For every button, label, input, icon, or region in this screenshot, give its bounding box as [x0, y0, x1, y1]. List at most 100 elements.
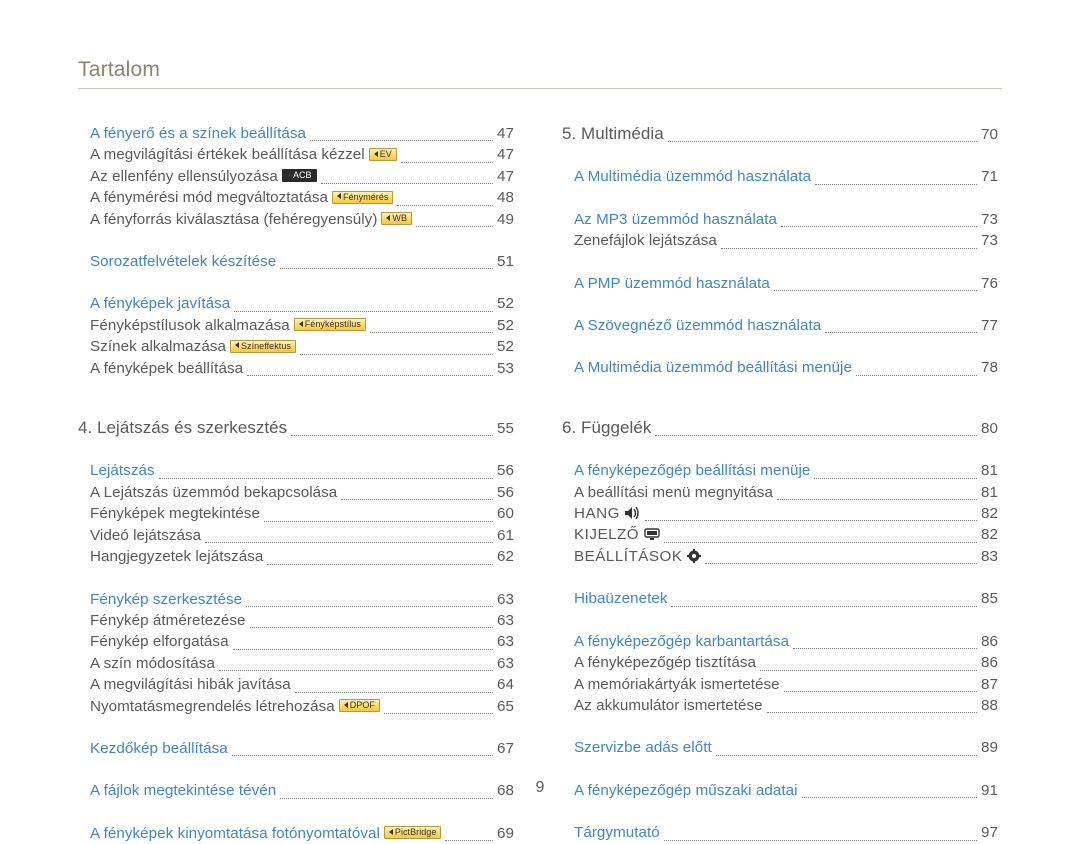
dot-leader: [321, 174, 493, 184]
toc-page-number: 83: [981, 546, 998, 567]
dot-leader: [664, 533, 977, 543]
toc-page-number: 76: [981, 273, 998, 294]
toc-page-number: 70: [981, 124, 998, 145]
toc-page-number: 82: [981, 524, 998, 545]
toc-label: Fényképek megtekintése: [90, 503, 260, 524]
dot-leader: [234, 302, 493, 312]
toc-entry: A megvilágítási értékek beállítása kézze…: [78, 144, 514, 165]
toc-entry[interactable]: Kezdőkép beállítása67: [78, 738, 514, 759]
toc-entry: Fényképek megtekintése60: [78, 503, 514, 524]
toc-label: 5. Multimédia: [562, 123, 664, 144]
toc-entry[interactable]: A fényképek kinyomtatása fotónyomtatóval…: [78, 823, 514, 844]
toc-label: Az akkumulátor ismertetése: [574, 695, 763, 716]
dot-leader: [401, 153, 493, 163]
toc-page-number: 77: [981, 315, 998, 336]
toc-entry: A fénymérési mód megváltoztatásaFényméré…: [78, 187, 514, 208]
toc-page-number: 53: [497, 358, 514, 379]
dot-leader: [445, 831, 493, 841]
dot-leader: [655, 426, 977, 436]
toc-page-number: 69: [497, 823, 514, 844]
dot-leader: [793, 639, 977, 649]
dot-leader: [310, 131, 493, 141]
toc-entry[interactable]: Tárgymutató97: [562, 822, 998, 843]
toc-entry[interactable]: A fényképezőgép karbantartása 86: [562, 631, 998, 652]
toc-entry: BEÁLLÍTÁSOK83: [562, 546, 998, 567]
dot-leader: [668, 132, 977, 142]
toc-entry[interactable]: 5. Multimédia 70: [562, 123, 998, 145]
toc-entry[interactable]: A PMP üzemmód használata 76: [562, 273, 998, 294]
toc-entry[interactable]: Az MP3 üzemmód használata73: [562, 209, 998, 230]
toc-entry[interactable]: Fénykép szerkesztése 63: [78, 589, 514, 610]
toc-page-number: 52: [497, 336, 514, 357]
toc-columns: A fényerő és a színek beállítása 47 A megv…: [78, 123, 1002, 844]
dot-leader: [774, 281, 977, 291]
toc-entry: Videó lejátszása61: [78, 525, 514, 546]
toc-label: A fényképek beállítása: [90, 358, 243, 379]
toc-entry[interactable]: Lejátszás56: [78, 460, 514, 481]
toc-entry[interactable]: A Multimédia üzemmód beállítási menüje 78: [562, 357, 998, 378]
toc-label: 6. Függelék: [562, 417, 651, 438]
dot-leader: [250, 618, 494, 628]
toc-page-number: 62: [497, 546, 514, 567]
toc-entry[interactable]: Hibaüzenetek 85: [562, 588, 998, 609]
toc-label: A fényképezőgép beállítási menüje: [574, 460, 810, 481]
badge-icon: Színeffektus: [230, 340, 296, 353]
toc-entry[interactable]: A Szövegnéző üzemmód használata77: [562, 315, 998, 336]
toc-page-number: 81: [981, 482, 998, 503]
toc-label: A fényképezőgép karbantartása: [574, 631, 789, 652]
toc-entry: Fényképstílusok alkalmazásaFényképstílus…: [78, 315, 514, 336]
toc-page-number: 47: [497, 123, 514, 144]
toc-entry[interactable]: Sorozatfelvételek készítése51: [78, 251, 514, 272]
dot-leader: [784, 682, 977, 692]
toc-page-number: 51: [497, 251, 514, 272]
toc-entry: A Lejátszás üzemmód bekapcsolása56: [78, 482, 514, 503]
dot-leader: [716, 746, 977, 756]
dot-leader: [205, 533, 493, 543]
toc-label: Nyomtatásmegrendelés létrehozásaDPOF: [90, 696, 380, 717]
toc-entry[interactable]: Szervizbe adás előtt 89: [562, 737, 998, 758]
toc-entry[interactable]: 4. Lejátszás és szerkesztés55: [78, 417, 514, 439]
toc-label: A megvilágítási értékek beállítása kézze…: [90, 144, 397, 165]
toc-entry: Fénykép elforgatása63: [78, 631, 514, 652]
dot-leader: [232, 746, 493, 756]
dot-leader: [760, 660, 977, 670]
toc-page-number: 56: [497, 482, 514, 503]
dot-leader: [815, 175, 977, 185]
toc-label: A memóriakártyák ismertetése: [574, 674, 780, 695]
toc-page-number: 89: [981, 737, 998, 758]
toc-label: Kezdőkép beállítása: [90, 738, 228, 759]
toc-page-number: 65: [497, 696, 514, 717]
toc-label: Szervizbe adás előtt: [574, 737, 712, 758]
page: Tartalom A fényerő és a színek beállítás…: [0, 0, 1080, 815]
toc-entry[interactable]: A fényerő és a színek beállítása 47: [78, 123, 514, 144]
toc-label: Hibaüzenetek: [574, 588, 667, 609]
toc-page-number: 63: [497, 589, 514, 610]
toc-label: A fényképezőgép tisztítása: [574, 652, 756, 673]
toc-entry[interactable]: 6. Függelék80: [562, 417, 998, 439]
dot-leader: [291, 426, 493, 436]
toc-page-number: 49: [497, 209, 514, 230]
dot-leader: [384, 704, 493, 714]
toc-label: A Multimédia üzemmód beállítási menüje: [574, 357, 852, 378]
toc-label: A fényerő és a színek beállítása: [90, 123, 306, 144]
toc-page-number: 87: [981, 674, 998, 695]
toc-page-number: 85: [981, 588, 998, 609]
toc-label: Fénykép szerkesztése: [90, 589, 242, 610]
toc-entry[interactable]: A fényképek javítása52: [78, 293, 514, 314]
toc-label: Fénykép elforgatása: [90, 631, 229, 652]
badge-text: Fénymérés: [343, 192, 388, 202]
toc-page-number: 78: [981, 357, 998, 378]
dot-leader: [267, 554, 493, 564]
toc-entry[interactable]: A Multimédia üzemmód használata71: [562, 166, 998, 187]
page-number: 9: [0, 779, 1080, 797]
toc-label: KIJELZŐ: [574, 524, 660, 545]
dot-leader: [705, 554, 977, 564]
toc-label: A PMP üzemmód használata: [574, 273, 770, 294]
dot-leader: [781, 217, 977, 227]
toc-page-number: 86: [981, 631, 998, 652]
toc-entry: Színek alkalmazásaSzíneffektus52: [78, 336, 514, 357]
gear-icon: [687, 549, 701, 563]
toc-label: A fényképek javítása: [90, 293, 230, 314]
toc-entry[interactable]: A fényképezőgép beállítási menüje81: [562, 460, 998, 481]
toc-page-number: 47: [497, 166, 514, 187]
